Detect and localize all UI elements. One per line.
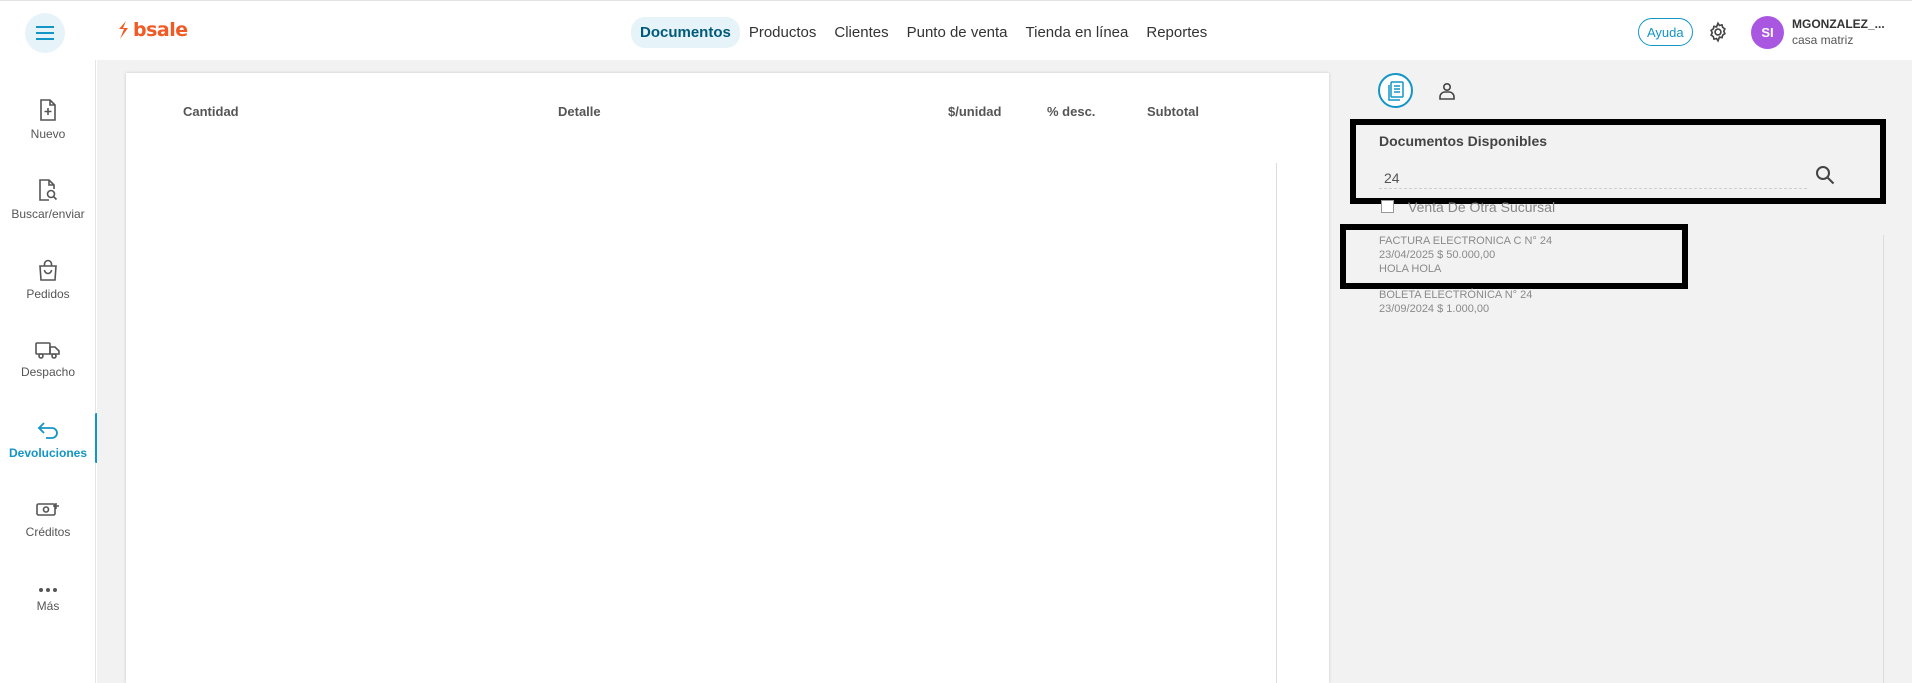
sidebar-item-label: Pedidos	[26, 287, 70, 301]
settings-button[interactable]	[1707, 21, 1729, 48]
truck-icon	[35, 342, 60, 359]
sidebar-item-label: Nuevo	[30, 127, 66, 141]
search-icon	[1816, 166, 1835, 185]
user-branch: casa matriz	[1792, 33, 1854, 47]
menu-toggle-button[interactable]	[25, 13, 65, 53]
nav-productos[interactable]: Productos	[740, 17, 826, 48]
brand-name: bsale	[133, 19, 188, 41]
nav-clientes[interactable]: Clientes	[825, 17, 897, 48]
column-header-detalle: Detalle	[558, 104, 601, 119]
list-item[interactable]: BOLETA ELECTRÓNICA N° 24 23/09/2024 $ 1.…	[1379, 288, 1552, 316]
return-arrow-icon	[37, 422, 58, 439]
results-list: FACTURA ELECTRONICA C N° 24 23/04/2025 $…	[1379, 234, 1552, 328]
user-name[interactable]: MGONZALEZ_...	[1792, 17, 1885, 31]
sidebar-item-label: Devoluciones	[8, 446, 88, 460]
column-header-unit-price: $/unidad	[948, 104, 1002, 119]
result-date-amount: 23/04/2025 $ 50.000,00	[1379, 249, 1496, 261]
sidebar-item-nuevo[interactable]: Nuevo	[0, 85, 96, 155]
file-plus-icon	[40, 99, 56, 121]
gear-icon	[1710, 21, 1726, 43]
sidebar-item-creditos[interactable]: Créditos	[0, 485, 96, 555]
result-title: BOLETA ELECTRÓNICA N° 24	[1379, 289, 1533, 301]
main-nav: Documentos Productos Clientes Punto de vent…	[631, 17, 1216, 48]
help-button[interactable]: Ayuda	[1638, 18, 1693, 46]
sidebar-item-label: Más	[36, 599, 60, 613]
nav-documentos[interactable]: Documentos	[631, 17, 740, 48]
column-header-subtotal: Subtotal	[1147, 104, 1199, 119]
other-branch-checkbox[interactable]	[1381, 200, 1394, 213]
person-icon	[1439, 82, 1455, 100]
sidebar-item-label: Despacho	[20, 365, 76, 379]
result-note: HOLA HOLA	[1379, 263, 1442, 275]
sidebar-item-pedidos[interactable]: Pedidos	[0, 245, 96, 315]
column-header-cantidad: Cantidad	[183, 104, 239, 119]
sidebar-item-label: Créditos	[25, 525, 71, 539]
column-header-discount: % desc.	[1047, 104, 1096, 119]
shopping-bag-icon	[39, 259, 57, 281]
document-copy-icon	[1387, 80, 1404, 101]
result-title: FACTURA ELECTRONICA C N° 24	[1379, 235, 1553, 247]
result-date-amount: 23/09/2024 $ 1.000,00	[1379, 303, 1490, 315]
bsale-logo-icon	[119, 21, 128, 39]
document-divider	[1276, 163, 1277, 683]
top-header: bsale Documentos Productos Clientes Punto d…	[0, 4, 1912, 60]
sidebar-item-despacho[interactable]: Despacho	[0, 325, 96, 395]
tab-client[interactable]	[1432, 76, 1462, 106]
sidebar-item-devoluciones[interactable]: Devoluciones	[0, 405, 98, 475]
file-search-icon	[39, 179, 58, 201]
nav-punto-de-venta[interactable]: Punto de venta	[898, 17, 1017, 48]
bsale-logo[interactable]: bsale	[116, 19, 188, 41]
sidebar-item-label: Buscar/enviar	[11, 207, 85, 221]
panel-divider	[1883, 235, 1884, 683]
other-branch-label[interactable]: Venta De Otra Sucursal	[1408, 199, 1555, 215]
document-card	[126, 73, 1329, 683]
nav-tienda-en-línea[interactable]: Tienda en línea	[1017, 17, 1138, 48]
search-button[interactable]	[1815, 165, 1835, 190]
tab-documents[interactable]	[1378, 73, 1413, 108]
money-add-icon	[36, 503, 59, 516]
search-highlight-box	[1350, 119, 1886, 204]
available-documents-title: Documentos Disponibles	[1379, 133, 1548, 149]
hamburger-icon	[36, 26, 54, 40]
nav-reportes[interactable]: Reportes	[1137, 17, 1216, 48]
list-item[interactable]: FACTURA ELECTRONICA C N° 24 23/04/2025 $…	[1379, 234, 1552, 276]
sidebar-item-mas[interactable]: Más	[0, 565, 96, 635]
sidebar: Nuevo Buscar/enviar Pedidos Despacho Dev…	[0, 60, 98, 683]
sidebar-item-buscar-enviar[interactable]: Buscar/enviar	[0, 165, 96, 235]
more-dots-icon	[39, 588, 57, 592]
document-search-input[interactable]	[1379, 167, 1807, 189]
avatar[interactable]: SI	[1751, 16, 1784, 49]
